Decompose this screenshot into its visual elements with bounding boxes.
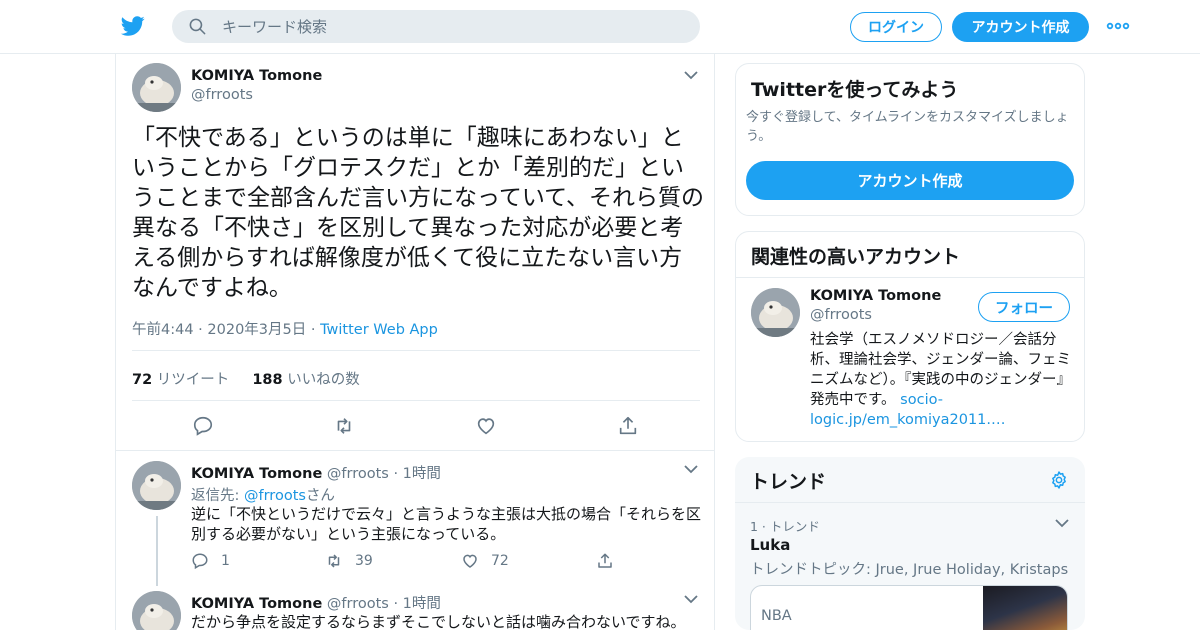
divider (132, 400, 700, 401)
tweet-meta: 午前4:44 · 2020年3月5日 · Twitter Web App (132, 318, 438, 339)
trend-media-label: NBA (761, 608, 792, 624)
reply-count: 1 (221, 553, 230, 569)
trend-description: トレンドトピック: Jrue, Jrue Holiday, Kristaps (750, 562, 1069, 578)
retweet-label: リツイート (156, 372, 230, 388)
avatar[interactable] (132, 591, 181, 630)
search-icon (189, 18, 206, 35)
share-icon[interactable] (617, 415, 639, 437)
tweet-author-name[interactable]: KOMIYA Tomone (191, 68, 322, 84)
related-account-name[interactable]: KOMIYA Tomone (810, 288, 941, 304)
trend-media-card[interactable]: NBA (750, 585, 1068, 630)
divider (735, 502, 1085, 503)
like-count: 188 (252, 372, 283, 388)
retweet-count: 39 (355, 553, 373, 569)
more-options-icon[interactable] (1106, 18, 1130, 34)
search-box[interactable] (172, 10, 700, 43)
reply-time[interactable]: · 1時間 (393, 596, 440, 612)
tweet-stats: 72 リツイート 188 いいねの数 (132, 368, 360, 389)
tweet-text: 「不快である」というのは単に「趣味にあわない」ということから「グロテスクだ」とか… (132, 125, 705, 301)
reply-to-label: 返信先: (191, 488, 244, 504)
retweet-action[interactable]: 39 (325, 552, 373, 570)
thread-line (156, 516, 158, 586)
divider (116, 450, 714, 451)
reply-text: だから争点を設定するならまずそこでしないと話は噛み合わないですね。 (191, 613, 686, 630)
reply-to: 返信先: @frrootsさん (191, 484, 335, 505)
related-account-bio: 社会学（エスノメソドロジー／会話分析、理論社会学、ジェンダー論、フェミニズムなど… (810, 330, 1074, 430)
like-action[interactable]: 72 (461, 552, 509, 570)
like-count: 72 (491, 553, 509, 569)
avatar[interactable] (751, 288, 800, 337)
chevron-down-icon[interactable] (683, 464, 699, 474)
retweet-count: 72 (132, 372, 153, 388)
reply-to-suffix: さん (305, 488, 335, 504)
trend-rank: 1 · トレンド (750, 519, 820, 534)
like-icon (463, 554, 477, 568)
top-bar: ログイン アカウント作成 (0, 0, 1200, 54)
reply-author-name[interactable]: KOMIYA Tomone (191, 596, 322, 612)
trend-media-thumbnail (983, 586, 1067, 630)
related-card-title: 関連性の高いアカウント (751, 246, 961, 268)
like-icon[interactable] (475, 415, 497, 437)
gear-icon[interactable] (1049, 470, 1069, 490)
reply-action[interactable]: 1 (191, 552, 230, 570)
reply-author-name[interactable]: KOMIYA Tomone (191, 466, 322, 482)
related-account-handle[interactable]: @frroots (810, 307, 872, 323)
share-action[interactable] (596, 552, 614, 570)
related-accounts-card: 関連性の高いアカウント KOMIYA Tomone @frroots フォロー … (735, 231, 1085, 442)
reply-header: KOMIYA Tomone @frroots · 1時間 (191, 592, 441, 613)
signup-card: Twitterを使ってみよう 今すぐ登録して、タイムラインをカスタマイズしましょ… (735, 63, 1085, 216)
reply-to-mention[interactable]: @frroots (244, 488, 306, 504)
login-button[interactable]: ログイン (850, 12, 942, 42)
reply-time[interactable]: · 1時間 (393, 466, 440, 482)
reply-header: KOMIYA Tomone @frroots · 1時間 (191, 462, 441, 483)
twitter-logo-icon[interactable] (120, 14, 146, 38)
reply-icon[interactable] (192, 415, 214, 437)
tweet-source-app[interactable]: Twitter Web App (320, 322, 438, 338)
tweet-time[interactable]: 午前4:44 · 2020年3月5日 · (132, 322, 320, 338)
reply-author-handle[interactable]: @frroots (327, 466, 389, 482)
chevron-down-icon[interactable] (1054, 518, 1070, 528)
divider (132, 350, 700, 351)
chevron-down-icon[interactable] (683, 70, 699, 80)
trends-card-title: トレンド (750, 471, 827, 493)
follow-button[interactable]: フォロー (978, 292, 1070, 322)
trend-name[interactable]: Luka (750, 536, 790, 554)
retweet-icon (328, 554, 340, 568)
reply-author-handle[interactable]: @frroots (327, 596, 389, 612)
divider (736, 277, 1084, 278)
like-stat[interactable]: 188 いいねの数 (252, 372, 359, 388)
reply-icon (192, 553, 208, 570)
main-column: KOMIYA Tomone @frroots 「不快である」というのは単に「趣味… (115, 54, 715, 630)
like-label: いいねの数 (287, 372, 360, 388)
search-input[interactable] (222, 10, 682, 43)
signup-card-subtitle: 今すぐ登録して、タイムラインをカスタマイズしましょう。 (746, 110, 1069, 144)
signup-button[interactable]: アカウント作成 (952, 12, 1089, 42)
share-icon (598, 553, 612, 568)
chevron-down-icon[interactable] (683, 594, 699, 604)
retweet-stat[interactable]: 72 リツイート (132, 372, 229, 388)
signup-card-button[interactable]: アカウント作成 (746, 161, 1074, 200)
avatar[interactable] (132, 461, 181, 510)
reply-text: 逆に「不快というだけで云々」と言うような主張は大抵の場合「それらを区別する必要が… (191, 505, 702, 543)
tweet-author-handle[interactable]: @frroots (191, 87, 253, 103)
retweet-icon[interactable] (333, 415, 355, 437)
signup-card-title: Twitterを使ってみよう (751, 79, 959, 101)
avatar[interactable] (132, 63, 181, 112)
trends-card: トレンド 1 · トレンド Luka トレンドトピック: Jrue, Jrue … (735, 457, 1085, 630)
